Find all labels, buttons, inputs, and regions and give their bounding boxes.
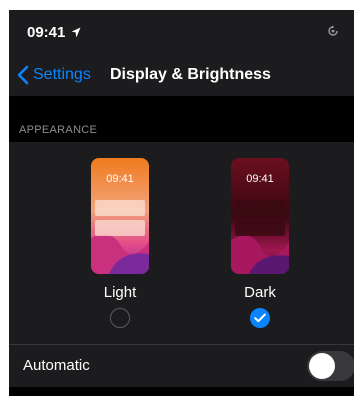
dark-option-label: Dark [244, 284, 276, 301]
phone-screen: 09:41 Settings Display & Brightness APPE… [9, 10, 354, 396]
appearance-section-label: APPEARANCE [19, 124, 98, 136]
checkmark-icon [254, 313, 266, 323]
light-option-label: Light [103, 284, 137, 301]
status-bar: 09:41 [9, 10, 354, 56]
light-radio-button[interactable] [110, 308, 130, 328]
rotation-lock-icon [328, 25, 338, 36]
dark-preview-time: 09:41 [246, 173, 274, 185]
page-title: Display & Brightness [110, 66, 271, 83]
automatic-label: Automatic [23, 357, 90, 374]
appearance-option-dark[interactable]: 09:41 Dark [210, 142, 310, 344]
status-time: 09:41 [27, 24, 66, 41]
automatic-row: Automatic [9, 345, 354, 387]
light-preview-thumbnail[interactable]: 09:41 [91, 158, 149, 274]
location-arrow-icon [71, 27, 81, 38]
appearance-panel: 09:41 Light 09:41 Dark [9, 142, 354, 344]
light-preview-time: 09:41 [106, 173, 134, 185]
automatic-toggle[interactable] [307, 351, 354, 381]
dark-preview-thumbnail[interactable]: 09:41 [231, 158, 289, 274]
toggle-knob[interactable] [309, 353, 335, 379]
bottom-area [9, 387, 354, 396]
dark-radio-button[interactable] [250, 308, 270, 328]
appearance-option-light[interactable]: 09:41 Light [70, 142, 170, 344]
navigation-bar: Settings Display & Brightness [9, 56, 354, 96]
chevron-left-icon[interactable] [17, 65, 29, 85]
back-button[interactable]: Settings [33, 66, 91, 84]
